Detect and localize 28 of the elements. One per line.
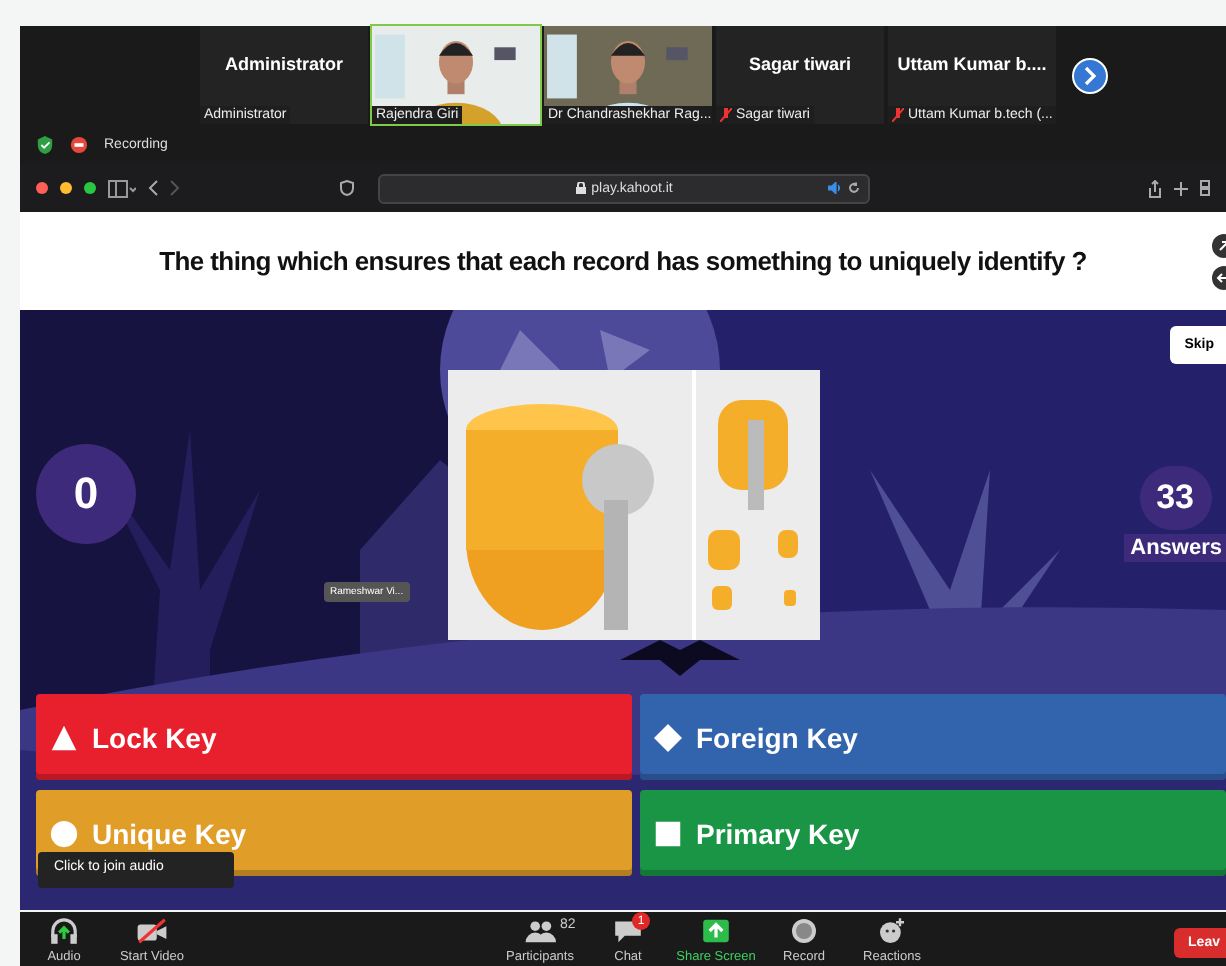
participant-name: Sagar tiwari [746,54,854,74]
recording-icon [70,135,88,153]
video-off-icon [136,918,168,944]
people-icon [524,918,556,944]
question-text: The thing which ensures that each record has something to uniquely identify ? [159,246,1087,276]
muted-mic-icon [892,108,904,122]
chevron-icon [1082,65,1098,85]
back-icon[interactable] [148,180,158,196]
shield-icon[interactable] [36,135,54,153]
shield-icon[interactable] [340,180,354,196]
new-tab-icon[interactable] [1174,181,1188,195]
zoom-button[interactable] [84,182,96,194]
share-screen-icon [700,918,732,944]
muted-mic-icon [720,108,732,122]
record-icon [788,918,820,944]
speaker-icon[interactable] [828,182,842,194]
share-icon[interactable] [1148,179,1162,197]
headphones-icon [48,918,80,944]
tabs-icon[interactable] [1200,180,1210,196]
participant-name: Uttam Kumar b.... [895,54,1049,74]
close-button[interactable] [36,182,48,194]
sidebar-icon[interactable] [108,179,136,197]
smiley-icon [876,918,908,944]
minimize-button[interactable] [60,182,72,194]
reload-icon[interactable] [848,182,860,194]
next-page-button[interactable] [1072,57,1108,93]
participant-name: Administrator [222,54,345,74]
lock-icon [575,182,586,194]
